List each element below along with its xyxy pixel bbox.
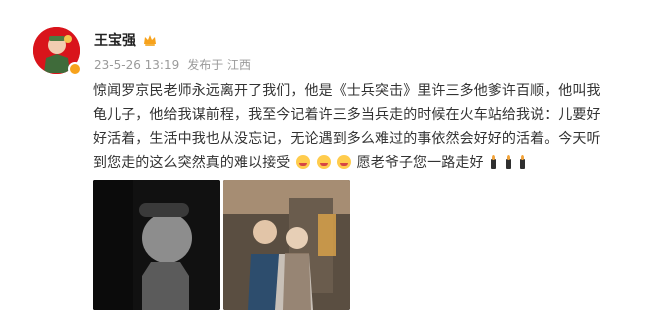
post-source: 发布于 江西: [187, 58, 252, 72]
avatar[interactable]: [33, 27, 82, 76]
post-meta: 23-5-26 13:19 发布于 江西: [94, 56, 251, 73]
post-line-1: 惊闻罗京民老师永远离开了我们，他是《士兵突击》里许三多他爹许百顺，他叫我: [93, 83, 601, 99]
crown-icon: [144, 35, 156, 46]
portrait-photo: [93, 180, 220, 310]
candle-icon: [504, 155, 512, 169]
post-line-3: 好活着，生活中我也从没忘记，无论遇到多么难过的事依然会好好的活着。今天听: [93, 131, 601, 147]
author-name-row: 王宝强: [94, 30, 158, 50]
post-line-4: 到您走的这么突然真的难以接受 愿老爷子您一路走好: [93, 151, 613, 175]
post-line-2: 龟儿子，他给我谋前程，我至今记着许三多当兵走的时候在火车站给我说：儿要好: [93, 107, 601, 123]
author-name[interactable]: 王宝强: [94, 30, 136, 50]
verified-badge-icon: [68, 62, 82, 76]
candle-icon: [489, 155, 497, 169]
post-tail-text: 愿老爷子您一路走好: [356, 155, 484, 171]
post-timestamp: 23-5-26 13:19: [94, 57, 180, 72]
post-photo-2[interactable]: [223, 180, 350, 310]
candle-icon: [518, 155, 526, 169]
post-content: 惊闻罗京民老师永远离开了我们，他是《士兵突击》里许三多他爹许百顺，他叫我 龟儿子…: [93, 79, 613, 175]
crying-face-icon: [337, 155, 352, 169]
crying-face-icon: [295, 155, 310, 169]
scene-photo: [223, 180, 350, 310]
weibo-post-card: 王宝强 23-5-26 13:19 发布于 江西 惊闻罗京民老师永远离开了我们，…: [0, 0, 650, 323]
post-line-4-text: 到您走的这么突然真的难以接受: [93, 155, 291, 171]
post-photo-1[interactable]: [93, 180, 220, 310]
crying-face-icon: [316, 155, 331, 169]
